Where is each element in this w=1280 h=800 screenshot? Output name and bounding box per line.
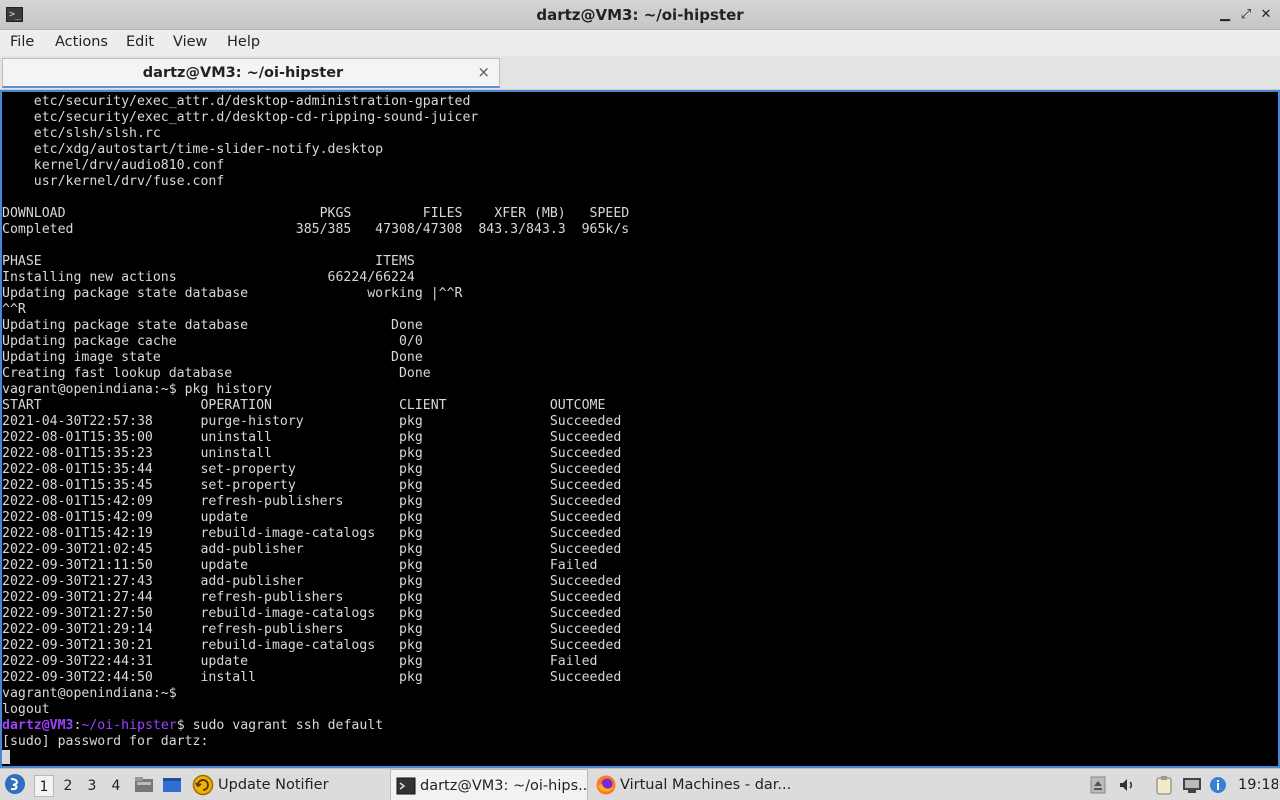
menu-actions[interactable]: Actions xyxy=(55,34,108,50)
menu-edit[interactable]: Edit xyxy=(126,34,154,50)
terminal-line: vagrant@openindiana:~$ pkg history xyxy=(2,382,272,397)
clock[interactable]: 19:18 xyxy=(1238,769,1278,800)
workspace-4[interactable]: 4 xyxy=(106,775,126,797)
terminal-line: 2022-09-30T21:29:14 refresh-publishers p… xyxy=(2,622,622,637)
tab-terminal[interactable]: dartz@VM3: ~/oi-hipster × xyxy=(2,58,500,88)
terminal-line: 2022-08-01T15:35:00 uninstall pkg Succee… xyxy=(2,430,622,445)
terminal-line: logout xyxy=(2,702,50,717)
terminal-line: Updating image state Done xyxy=(2,350,423,365)
start-menu-icon[interactable] xyxy=(4,769,30,800)
tray-up-arrow-icon[interactable] xyxy=(1090,769,1110,800)
prompt-dollar: $ xyxy=(176,718,185,733)
terminal-line: 2022-08-01T15:42:09 update pkg Succeeded xyxy=(2,510,622,525)
task-update-notifier[interactable]: Update Notifier xyxy=(192,769,382,800)
maximize-icon[interactable]: ⤢ xyxy=(1237,6,1255,24)
menu-bar: File Actions Edit View Help xyxy=(0,30,1280,56)
terminal-line: usr/kernel/drv/fuse.conf xyxy=(2,174,225,189)
terminal-line: Creating fast lookup database Done xyxy=(2,366,431,381)
terminal-line: etc/xdg/autostart/time-slider-notify.des… xyxy=(2,142,384,157)
close-icon[interactable]: ✕ xyxy=(1257,6,1275,24)
terminal-line: 2022-08-01T15:42:19 rebuild-image-catalo… xyxy=(2,526,622,541)
task-virtual-machines[interactable]: Virtual Machines - dar... xyxy=(595,769,790,800)
terminal-line: 2022-08-01T15:42:09 refresh-publishers p… xyxy=(2,494,622,509)
prompt-user: dartz@VM3 xyxy=(2,718,74,733)
terminal-line: kernel/drv/audio810.conf xyxy=(2,158,225,173)
window-title: dartz@VM3: ~/oi-hipster xyxy=(536,6,744,24)
task-label: Update Notifier xyxy=(218,777,329,793)
tab-bar: dartz@VM3: ~/oi-hipster × xyxy=(0,56,1280,90)
workspace-2[interactable]: 2 xyxy=(58,775,78,797)
terminal-line: ^^R xyxy=(2,302,26,317)
terminal-line: 2022-08-01T15:35:44 set-property pkg Suc… xyxy=(2,462,622,477)
task-label: Virtual Machines - dar... xyxy=(620,777,790,793)
tab-close-icon[interactable]: × xyxy=(477,63,490,81)
terminal-line: etc/slsh/slsh.rc xyxy=(2,126,161,141)
cursor-line xyxy=(2,750,629,766)
menu-file[interactable]: File xyxy=(10,34,34,50)
taskbar: 1 2 3 4 Update Notifier dartz@VM3: ~/oi-… xyxy=(0,768,1280,800)
terminal-line: etc/security/exec_attr.d/desktop-adminis… xyxy=(2,94,471,109)
terminal-line: etc/security/exec_attr.d/desktop-cd-ripp… xyxy=(2,110,479,125)
terminal-line: 2021-04-30T22:57:38 purge-history pkg Su… xyxy=(2,414,622,429)
terminal-line: vagrant@openindiana:~$ xyxy=(2,686,177,701)
terminal-line: Updating package state database Done xyxy=(2,318,423,333)
terminal-line: START OPERATION CLIENT OUTCOME xyxy=(2,398,606,413)
text-cursor xyxy=(2,750,10,764)
terminal-output[interactable]: etc/security/exec_attr.d/desktop-adminis… xyxy=(0,90,1280,768)
file-manager-icon[interactable] xyxy=(134,769,156,800)
terminal-lines: etc/security/exec_attr.d/desktop-adminis… xyxy=(2,94,629,766)
terminal-line: Completed 385/385 47308/47308 843.3/843.… xyxy=(2,222,630,237)
window-titlebar[interactable]: >_ dartz@VM3: ~/oi-hipster ▁ ⤢ ✕ xyxy=(0,0,1280,30)
clipboard-icon[interactable] xyxy=(1155,769,1175,800)
task-terminal[interactable]: dartz@VM3: ~/oi-hips... xyxy=(390,769,588,800)
update-notifier-icon xyxy=(192,774,214,796)
terminal-line: 2022-09-30T21:02:45 add-publisher pkg Su… xyxy=(2,542,622,557)
terminal-line: Updating package cache 0/0 xyxy=(2,334,423,349)
minimize-icon[interactable]: ▁ xyxy=(1216,6,1234,24)
workspace-3[interactable]: 3 xyxy=(82,775,102,797)
task-label: dartz@VM3: ~/oi-hips... xyxy=(420,778,588,794)
info-icon[interactable] xyxy=(1209,769,1229,800)
terminal-line: Updating package state database working … xyxy=(2,286,463,301)
volume-icon[interactable] xyxy=(1118,769,1138,800)
password-prompt: [sudo] password for dartz: xyxy=(2,734,209,749)
terminal-line: 2022-09-30T22:44:31 update pkg Failed xyxy=(2,654,598,669)
terminal-line: 2022-08-01T15:35:23 uninstall pkg Succee… xyxy=(2,446,622,461)
terminal-line: 2022-09-30T21:30:21 rebuild-image-catalo… xyxy=(2,638,622,653)
terminal-line: 2022-09-30T21:27:44 refresh-publishers p… xyxy=(2,590,622,605)
terminal-prompt-line: dartz@VM3:~/oi-hipster$ sudo vagrant ssh… xyxy=(2,718,629,734)
workspace-1[interactable]: 1 xyxy=(34,775,54,797)
terminal-line: 2022-09-30T21:11:50 update pkg Failed xyxy=(2,558,598,573)
terminal-line: DOWNLOAD PKGS FILES XFER (MB) SPEED xyxy=(2,206,630,221)
terminal-line: 2022-09-30T22:44:50 install pkg Succeede… xyxy=(2,670,622,685)
show-desktop-icon[interactable] xyxy=(162,769,184,800)
network-icon[interactable] xyxy=(1182,769,1204,800)
terminal-line: Installing new actions 66224/66224 xyxy=(2,270,415,285)
menu-view[interactable]: View xyxy=(173,34,207,50)
terminal-line: 2022-09-30T21:27:50 rebuild-image-catalo… xyxy=(2,606,622,621)
prompt-path: ~/oi-hipster xyxy=(81,718,177,733)
terminal-icon xyxy=(396,777,416,795)
prompt-command: sudo vagrant ssh default xyxy=(184,718,384,733)
terminal-line: PHASE ITEMS xyxy=(2,254,415,269)
menu-help[interactable]: Help xyxy=(227,34,260,50)
firefox-icon xyxy=(596,775,616,795)
terminal-line: 2022-08-01T15:35:45 set-property pkg Suc… xyxy=(2,478,622,493)
tab-label: dartz@VM3: ~/oi-hipster xyxy=(142,65,344,81)
terminal-line: 2022-09-30T21:27:43 add-publisher pkg Su… xyxy=(2,574,622,589)
